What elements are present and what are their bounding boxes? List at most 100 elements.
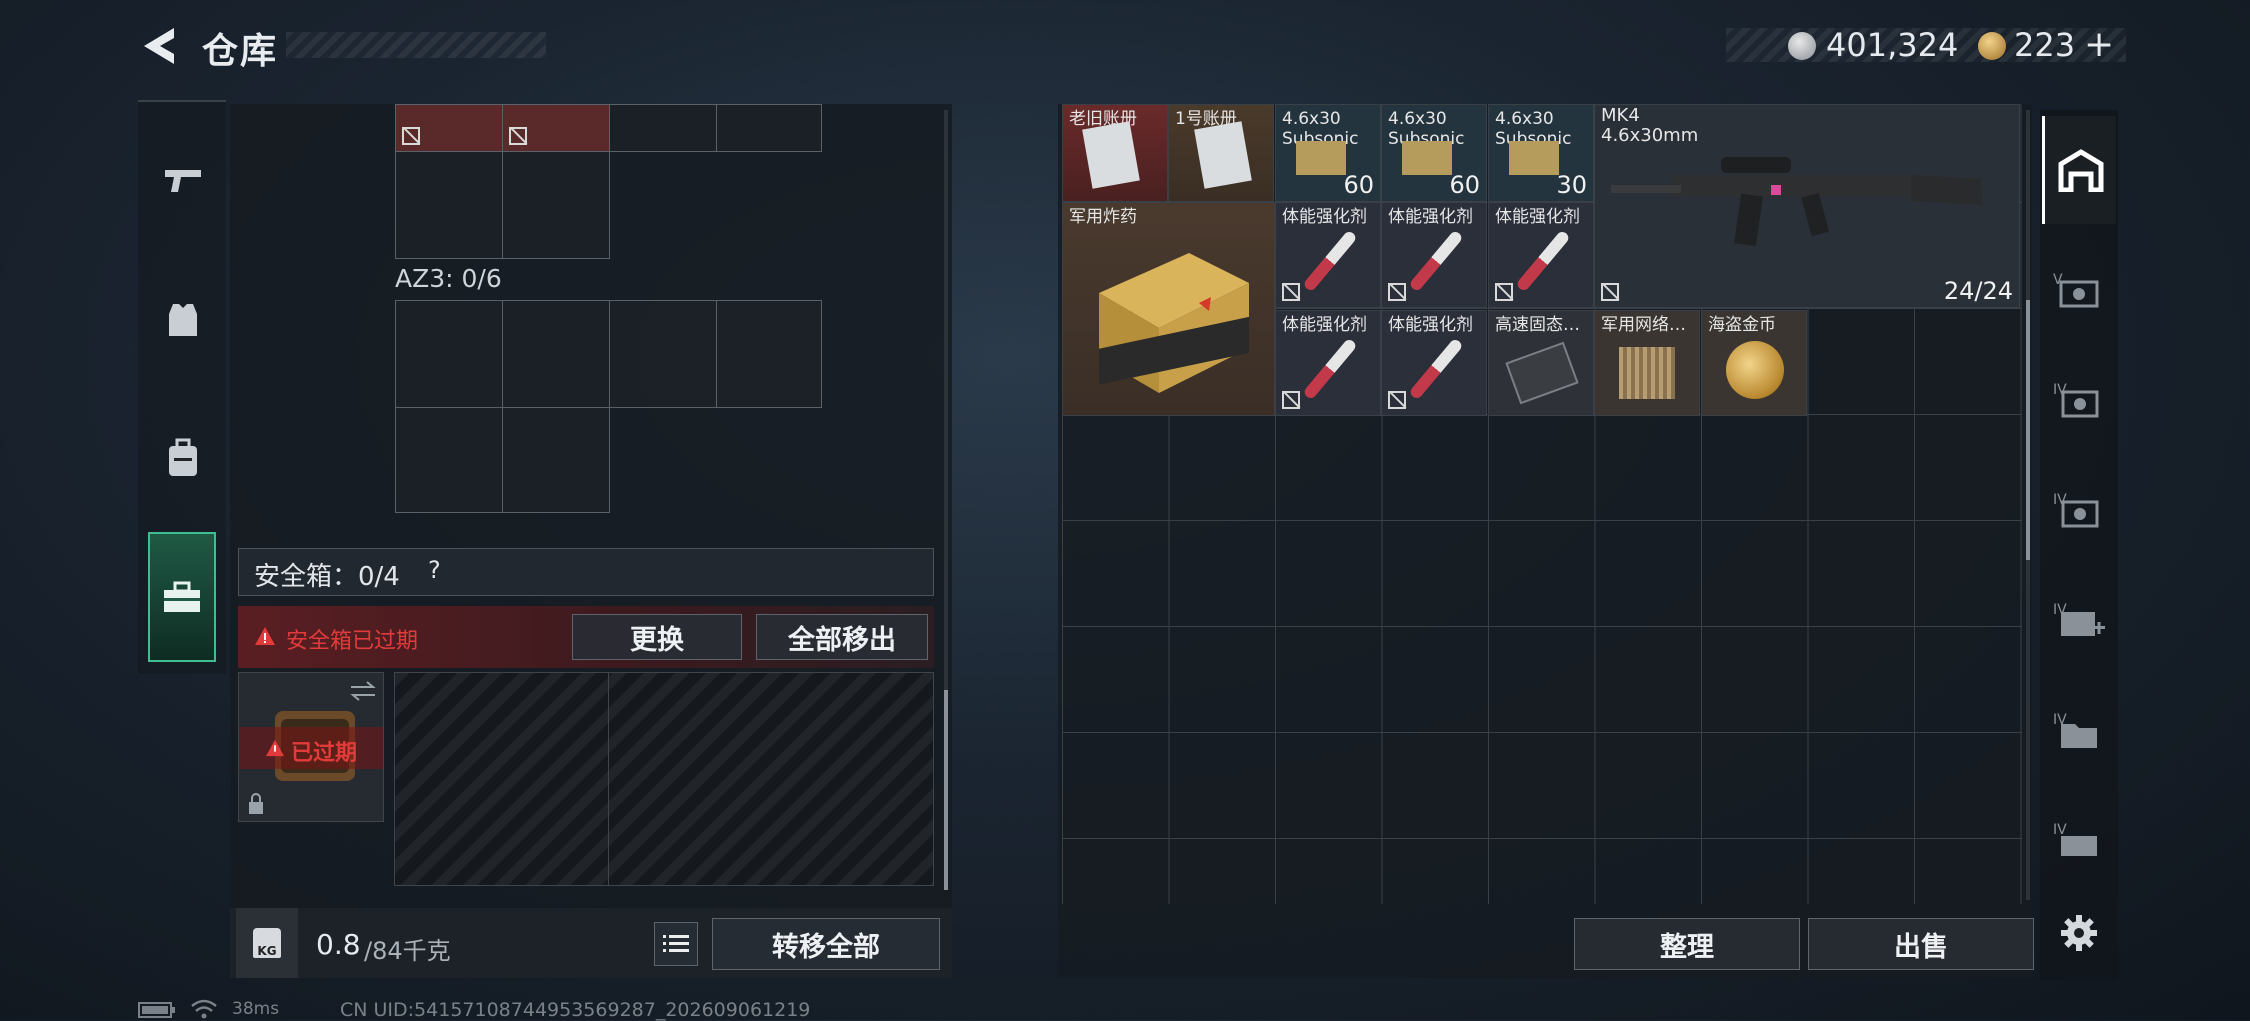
list-view-button[interactable] (654, 922, 698, 966)
settings-button[interactable] (2042, 898, 2116, 968)
list-icon (663, 935, 689, 952)
item-label: 体能强化剂 (1282, 315, 1367, 335)
stash-tab-folder-icon: IV (2053, 712, 2097, 748)
item-ammo[interactable]: 4.6x30 Subsonic 30 (1488, 104, 1594, 202)
item-count: 60 (1343, 171, 1374, 199)
replace-button[interactable]: 更换 (572, 614, 742, 660)
grid-slot[interactable] (609, 104, 717, 152)
title-decoration (286, 32, 546, 58)
grid-slot[interactable] (502, 300, 610, 408)
remove-all-button[interactable]: 全部移出 (756, 614, 928, 660)
item-ssd[interactable]: 高速固态… (1488, 310, 1594, 416)
svg-text:IV: IV (2053, 822, 2067, 838)
gear-icon (2061, 915, 2097, 951)
weight-total: /84千克 (364, 937, 451, 965)
grid-slot[interactable] (395, 300, 503, 408)
sort-button[interactable]: 整理 (1574, 918, 1800, 970)
item-stim[interactable]: 体能强化剂 (1275, 202, 1381, 308)
item-ammo[interactable]: 4.6x30 Subsonic 60 (1275, 104, 1381, 202)
page-title: 仓库 (202, 31, 279, 72)
syringe-image (1302, 229, 1358, 293)
transfer-all-button[interactable]: 转移全部 (712, 918, 940, 970)
item-stim[interactable]: 体能强化剂 (1381, 310, 1487, 416)
tab-armor[interactable] (140, 270, 226, 370)
back-arrow-icon (144, 28, 174, 64)
grid-slot[interactable] (716, 300, 822, 408)
item-explosive[interactable]: 军用炸药 (1062, 202, 1275, 416)
tab-stash-4e[interactable]: IV (2042, 790, 2116, 890)
stash-scrollbar-thumb[interactable] (2026, 300, 2030, 560)
tab-safebox[interactable] (148, 532, 216, 662)
swap-icon[interactable] (349, 679, 377, 703)
ssd-image (1505, 341, 1579, 405)
grid-slot[interactable] (502, 407, 610, 513)
non-tradeable-icon (402, 127, 420, 145)
gun-icon (165, 170, 201, 192)
tab-stash-4a[interactable]: IV (2042, 350, 2116, 450)
ping-text: 38ms (232, 999, 280, 1019)
grid-slot[interactable] (395, 151, 503, 259)
safebox-slots-locked (394, 672, 934, 886)
item-label: 高速固态… (1495, 315, 1580, 335)
non-tradeable-icon (509, 127, 527, 145)
grid-slot[interactable] (609, 300, 717, 408)
item-count: 30 (1556, 171, 1587, 199)
gold-coin-image (1726, 341, 1784, 399)
az3-label: AZ3: 0/6 (395, 264, 502, 293)
explosive-crate-image (1099, 253, 1249, 393)
item-ammo[interactable]: 4.6x30 Subsonic 60 (1381, 104, 1487, 202)
network-device-image (1619, 347, 1675, 399)
grid-slot[interactable] (502, 151, 610, 259)
left-scrollbar[interactable] (944, 110, 948, 890)
tab-stash-4c[interactable]: IV (2042, 570, 2116, 670)
help-button[interactable]: ? (428, 556, 441, 584)
tab-backpack[interactable] (140, 408, 226, 508)
item-gold-coin[interactable]: 海盗金币 (1701, 310, 1807, 416)
tab-stash-5[interactable]: V (2042, 240, 2116, 340)
item-stim[interactable]: 体能强化剂 (1488, 202, 1594, 308)
item-ledger-1[interactable]: 1号账册 (1168, 104, 1274, 202)
syringe-image (1515, 229, 1571, 293)
tab-stash-main[interactable] (2042, 116, 2116, 224)
gold-amount: 223 (2014, 26, 2076, 64)
add-gold-button[interactable]: + (2084, 24, 2114, 65)
stash-scrollbar[interactable] (2026, 110, 2030, 900)
safebox-label: 安全箱：0/4 (254, 562, 400, 592)
item-label: 体能强化剂 (1388, 315, 1473, 335)
item-slot[interactable] (395, 104, 503, 152)
item-network[interactable]: 军用网络… (1594, 310, 1700, 416)
item-slot[interactable] (502, 104, 610, 152)
item-label: 军用炸药 (1069, 207, 1137, 227)
ammo-image (1402, 141, 1452, 175)
grid-slot[interactable] (395, 407, 503, 513)
stash-tab-icon: IV (2053, 382, 2099, 418)
syringe-image (1302, 337, 1358, 401)
item-weapon-mk4[interactable]: MK4 4.6x30mm 24/24 (1594, 104, 2020, 308)
syringe-image (1408, 337, 1464, 401)
tab-stash-4b[interactable]: IV (2042, 460, 2116, 560)
sell-button[interactable]: 出售 (1808, 918, 2034, 970)
ammo-image (1296, 141, 1346, 175)
back-button[interactable] (138, 24, 184, 68)
stash-tab-icon: IV (2053, 492, 2099, 528)
item-label: 体能强化剂 (1495, 207, 1580, 227)
left-scrollbar-thumb[interactable] (944, 690, 948, 890)
ammo-capacity: 24/24 (1943, 277, 2013, 305)
divider (608, 673, 609, 885)
item-stim[interactable]: 体能强化剂 (1381, 202, 1487, 308)
weight-badge: KG (253, 928, 281, 958)
item-ledger-old[interactable]: 老旧账册 (1062, 104, 1168, 202)
item-label: 体能强化剂 (1388, 207, 1473, 227)
toolbox-icon (164, 581, 200, 612)
item-label: 海盗金币 (1708, 315, 1776, 335)
tab-weapons[interactable] (140, 130, 226, 230)
case-expired-badge: 已过期 (291, 741, 358, 766)
non-tradeable-icon (1388, 283, 1406, 301)
item-stim[interactable]: 体能强化剂 (1275, 310, 1381, 416)
safe-case-slot[interactable]: 已过期 (238, 672, 384, 822)
non-tradeable-icon (1388, 391, 1406, 409)
tab-stash-4d[interactable]: IV (2042, 680, 2116, 780)
warning-icon (266, 739, 284, 757)
grid-slot[interactable] (716, 104, 822, 152)
svg-text:IV: IV (2053, 382, 2067, 398)
